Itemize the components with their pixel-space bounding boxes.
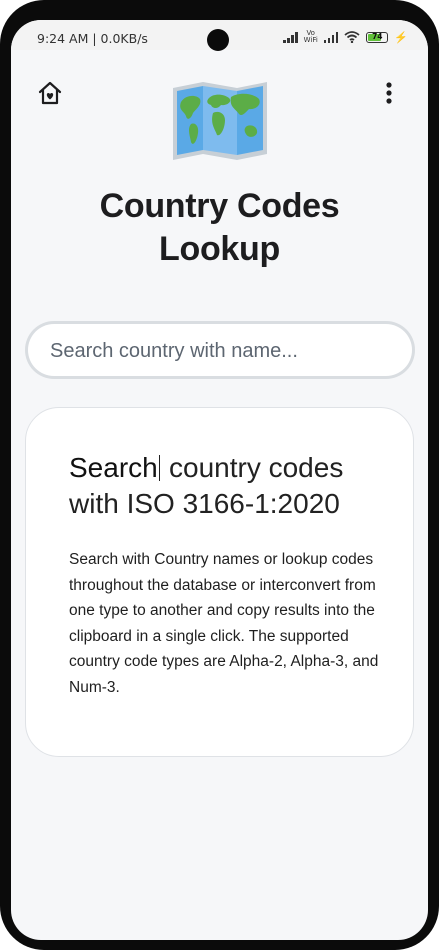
status-bar: 9:24 AM | 0.0KB/s Vo WiFi 74 ⚡	[11, 20, 428, 51]
more-menu-button[interactable]	[379, 80, 399, 108]
page-title-line-1: Country Codes	[99, 187, 340, 225]
heading-typed-word: Search	[69, 452, 158, 483]
typing-caret	[158, 455, 161, 481]
status-time: 9:24 AM | 0.0KB/s	[37, 31, 148, 46]
info-card: Search country codes with ISO 3166-1:202…	[25, 407, 414, 757]
wifi-icon	[344, 31, 360, 43]
page-title-line-2: Lookup	[159, 230, 280, 268]
phone-frame: 9:24 AM | 0.0KB/s Vo WiFi 74 ⚡ Country C…	[0, 0, 439, 950]
more-vertical-icon	[386, 82, 392, 104]
app-screen: 9:24 AM | 0.0KB/s Vo WiFi 74 ⚡ Country C…	[11, 20, 428, 940]
info-card-description: Search with Country names or lookup code…	[69, 551, 379, 696]
home-button[interactable]	[37, 80, 63, 106]
signal-icon	[283, 31, 298, 43]
signal-icon-2	[323, 31, 339, 43]
vowifi-icon: Vo WiFi	[304, 30, 318, 44]
search-field-container	[28, 324, 412, 378]
battery-level: 74	[372, 31, 383, 41]
bolt-icon: ⚡	[394, 31, 408, 44]
front-camera	[207, 29, 229, 51]
page-title: Country Codes Lookup	[11, 185, 428, 271]
search-bar	[25, 321, 415, 379]
search-input[interactable]	[48, 324, 392, 378]
home-heart-icon	[38, 81, 62, 105]
app-logo	[169, 80, 271, 162]
battery-icon: 74	[366, 31, 389, 43]
info-card-heading: Search country codes with ISO 3166-1:202…	[69, 450, 389, 522]
status-icons: Vo WiFi 74 ⚡	[283, 30, 408, 44]
vowifi-label-bottom: WiFi	[303, 36, 318, 44]
world-map-icon	[173, 82, 267, 160]
